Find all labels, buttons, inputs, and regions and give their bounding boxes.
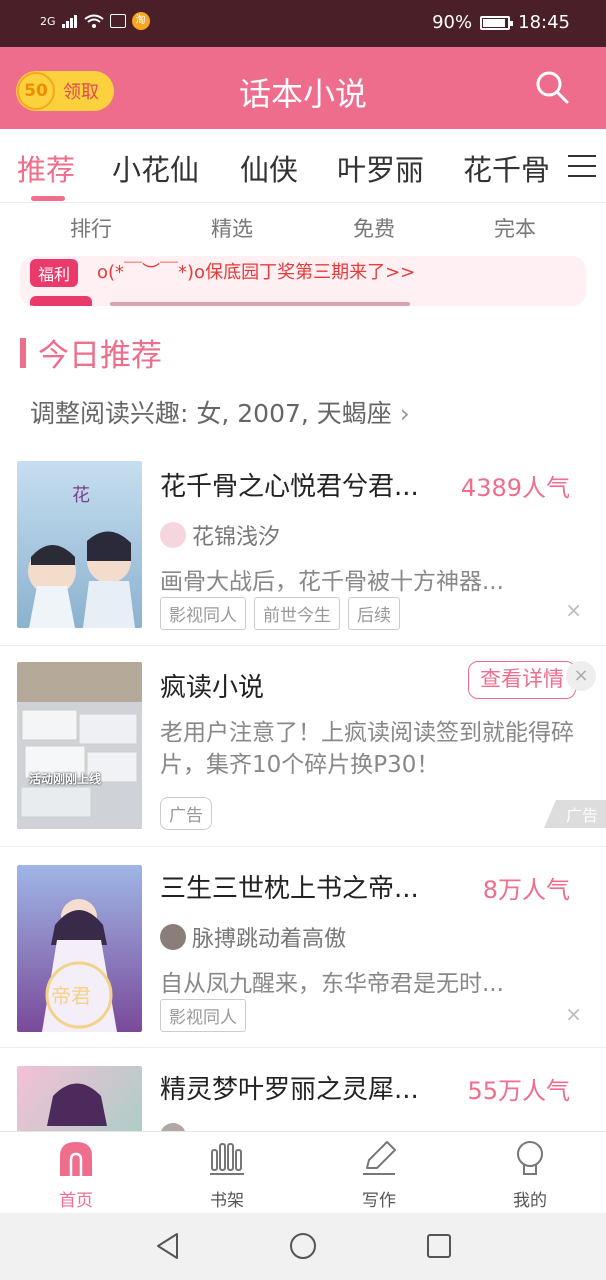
ad-card[interactable]: 活动刚刚上线 疯读小说 查看详情 × 老用户注意了！上疯读阅读签到就能得碎片，集… <box>0 647 606 847</box>
nav-profile-label: 我的 <box>513 1191 547 1211</box>
book-card[interactable]: 花 花千骨之心悦君兮君... 4389人气 花锦浅汐 画骨大战后，花千骨被十方神… <box>0 446 606 646</box>
view-details-button[interactable]: 查看详情 <box>468 661 576 699</box>
author-name: 花锦浅汐 <box>192 525 281 550</box>
battery-fill <box>483 18 505 27</box>
avatar <box>160 924 186 950</box>
tag-list: 广告 <box>160 797 212 830</box>
book-cover: 花 <box>17 461 142 628</box>
tab-recommend[interactable]: 推荐 <box>17 147 75 189</box>
pencil-icon <box>363 1141 396 1175</box>
activity-icon <box>109 14 126 28</box>
notice-text-next <box>110 302 410 306</box>
author-name: 脉搏跳动着高傲 <box>192 927 347 952</box>
wifi-icon <box>83 14 104 28</box>
tab-xiaohuaxian[interactable]: 小花仙 <box>112 147 199 189</box>
search-icon[interactable] <box>534 69 570 105</box>
nav-write[interactable]: 写作 <box>339 1140 419 1211</box>
back-icon[interactable] <box>153 1231 183 1261</box>
nav-profile[interactable]: 我的 <box>490 1140 570 1211</box>
author: 脉搏跳动着高傲 <box>160 921 346 953</box>
ad-cover: 活动刚刚上线 <box>17 662 142 829</box>
quick-free[interactable]: 免费 <box>324 213 424 243</box>
section-header: 今日推荐 <box>20 330 162 375</box>
book-desc: 自从凤九醒来，东华帝君是无时... <box>160 971 504 997</box>
category-tabs: 推荐 小花仙 仙侠 叶罗丽 花千骨 <box>0 129 606 203</box>
book-title: 三生三世枕上书之帝... <box>160 874 419 904</box>
tag[interactable]: 前世今生 <box>254 597 340 630</box>
tag[interactable]: 影视同人 <box>160 999 246 1032</box>
cover-caption: 活动刚刚上线 <box>29 772 102 786</box>
popularity: 55万人气 <box>467 1077 570 1105</box>
bottom-nav: 首页 书架 写作 我的 <box>0 1131 606 1213</box>
quick-featured[interactable]: 精选 <box>182 213 282 243</box>
dismiss-icon[interactable]: × <box>565 1002 582 1026</box>
tab-huaqiangu[interactable]: 花千骨 <box>463 147 550 189</box>
author: 花锦浅汐 <box>160 519 280 551</box>
quick-nav: 排行 精选 免费 完本 <box>0 203 606 253</box>
section-bar <box>20 337 26 368</box>
book-cover: 帝君 <box>17 865 142 1032</box>
ad-mark: 广告 <box>543 800 606 828</box>
ad-desc: 老用户注意了！上疯读阅读签到就能得碎片，集齐10个碎片换P30！ <box>160 720 574 778</box>
quick-completed[interactable]: 完本 <box>465 213 565 243</box>
dismiss-icon[interactable]: × <box>565 598 582 622</box>
tag-list: 影视同人 前世今生 后续 <box>160 597 400 630</box>
avatar <box>160 1123 186 1131</box>
avatar <box>160 522 186 548</box>
tag-list: 影视同人 <box>160 999 246 1032</box>
quick-ranking[interactable]: 排行 <box>41 213 141 243</box>
ad-title: 疯读小说 <box>160 673 265 703</box>
nav-bookshelf-label: 书架 <box>210 1191 244 1211</box>
recents-icon[interactable] <box>424 1231 454 1261</box>
nav-home-label: 首页 <box>59 1191 93 1211</box>
interest-link[interactable]: 调整阅读兴趣: 女, 2007, 天蝎座 › <box>30 394 410 430</box>
notice-badge-next <box>30 296 92 306</box>
section-title: 今日推荐 <box>38 338 162 374</box>
nav-write-label: 写作 <box>362 1191 396 1211</box>
close-icon[interactable]: × <box>566 661 596 691</box>
popularity: 8万人气 <box>482 876 570 904</box>
app-header: 50 领取 话本小说 <box>0 47 606 129</box>
status-bar: 2G 淘 90% 18:45 <box>0 0 606 47</box>
signal-label: 2G <box>40 14 56 28</box>
home-circle-icon[interactable] <box>288 1231 318 1261</box>
nav-home[interactable]: 首页 <box>36 1140 116 1211</box>
tab-yeluoli[interactable]: 叶罗丽 <box>337 147 424 189</box>
tag[interactable]: 影视同人 <box>160 597 246 630</box>
status-left: 2G 淘 <box>40 12 150 30</box>
battery-percent: 90% <box>432 12 473 33</box>
tab-xianxia[interactable]: 仙侠 <box>240 147 298 189</box>
notice-badge: 福利 <box>30 259 79 287</box>
menu-icon[interactable] <box>568 155 596 177</box>
book-cover <box>17 1066 142 1131</box>
nav-bookshelf[interactable]: 书架 <box>187 1140 267 1211</box>
tag[interactable]: 后续 <box>348 597 400 630</box>
status-right: 90% 18:45 <box>432 12 570 33</box>
book-title: 花千骨之心悦君兮君... <box>160 472 419 502</box>
ad-tag: 广告 <box>160 797 212 830</box>
book-card[interactable]: 帝君 三生三世枕上书之帝... 8万人气 脉搏跳动着高傲 自从凤九醒来，东华帝君… <box>0 848 606 1048</box>
book-desc: 画骨大战后，花千骨被十方神器... <box>160 569 504 595</box>
battery-icon <box>480 15 514 30</box>
bookshelf-icon <box>210 1143 244 1175</box>
taobao-icon: 淘 <box>131 12 150 30</box>
chevron-right-icon: › <box>399 399 410 428</box>
system-nav <box>0 1213 606 1280</box>
active-tab-indicator <box>31 196 65 201</box>
svg-text:花: 花 <box>72 485 90 506</box>
interest-text: 调整阅读兴趣: 女, 2007, 天蝎座 <box>30 399 392 428</box>
notice-text: o(*￣︶￣*)o保底园丁奖第三期来了>> <box>97 262 416 283</box>
notice-banner[interactable]: 福利 o(*￣︶￣*)o保底园丁奖第三期来了>> <box>20 256 586 306</box>
app-title: 话本小说 <box>238 75 367 113</box>
profile-icon <box>517 1141 543 1175</box>
book-title: 精灵梦叶罗丽之灵犀... <box>160 1075 419 1105</box>
book-card[interactable]: 精灵梦叶罗丽之灵犀... 55万人气 <box>0 1049 606 1131</box>
popularity: 4389人气 <box>460 474 570 502</box>
signal-icon <box>61 15 77 28</box>
home-icon <box>60 1142 92 1176</box>
svg-text:帝君: 帝君 <box>51 984 91 1008</box>
clock: 18:45 <box>518 12 570 33</box>
